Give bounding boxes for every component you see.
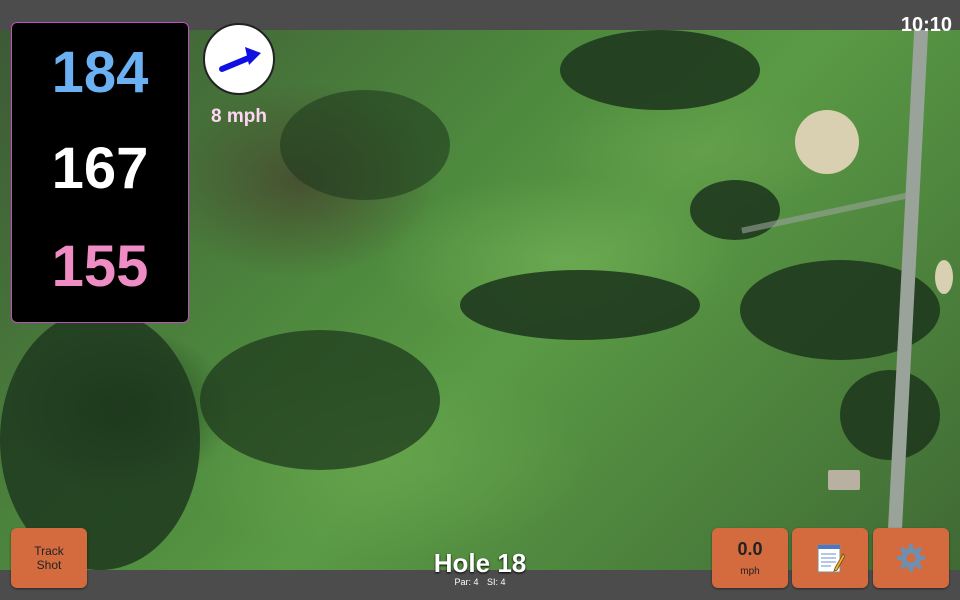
notepad-icon xyxy=(817,544,845,573)
front-distance: 155 xyxy=(51,234,149,299)
tree-cluster xyxy=(280,90,450,200)
tree-cluster xyxy=(200,330,440,470)
wind-direction-indicator xyxy=(203,23,275,95)
settings-button[interactable] xyxy=(873,528,949,588)
wind-speed-label: 8 mph xyxy=(211,106,267,127)
tree-cluster xyxy=(560,30,760,110)
hole-title: Hole 18 xyxy=(433,548,527,578)
tree-cluster xyxy=(690,180,780,240)
tree-cluster xyxy=(460,270,700,340)
gear-icon xyxy=(897,544,925,572)
tree-cluster xyxy=(840,370,940,460)
speed-button[interactable]: 0.0 mph xyxy=(712,528,788,588)
wind-direction-arrow-icon xyxy=(219,47,261,72)
sand-bunker xyxy=(795,110,859,174)
track-shot-button[interactable]: Track Shot xyxy=(11,528,87,588)
middle-distance: 167 xyxy=(51,136,149,201)
hole-info: Par: 4 SI: 4 xyxy=(380,577,580,587)
speed-value: 0.0 xyxy=(737,539,763,559)
track-shot-label: Track Shot xyxy=(34,544,64,572)
back-distance: 184 xyxy=(51,40,149,105)
sand-bunker xyxy=(935,260,953,294)
hole-par: Par: 4 xyxy=(454,577,479,587)
clock-time: 10:10 xyxy=(900,14,952,36)
green-building xyxy=(828,470,860,490)
hole-stroke-index: SI: 4 xyxy=(487,577,506,587)
notes-button[interactable] xyxy=(792,528,868,588)
speed-unit: mph xyxy=(740,566,760,577)
distance-panel: 184 167 155 xyxy=(11,22,189,323)
